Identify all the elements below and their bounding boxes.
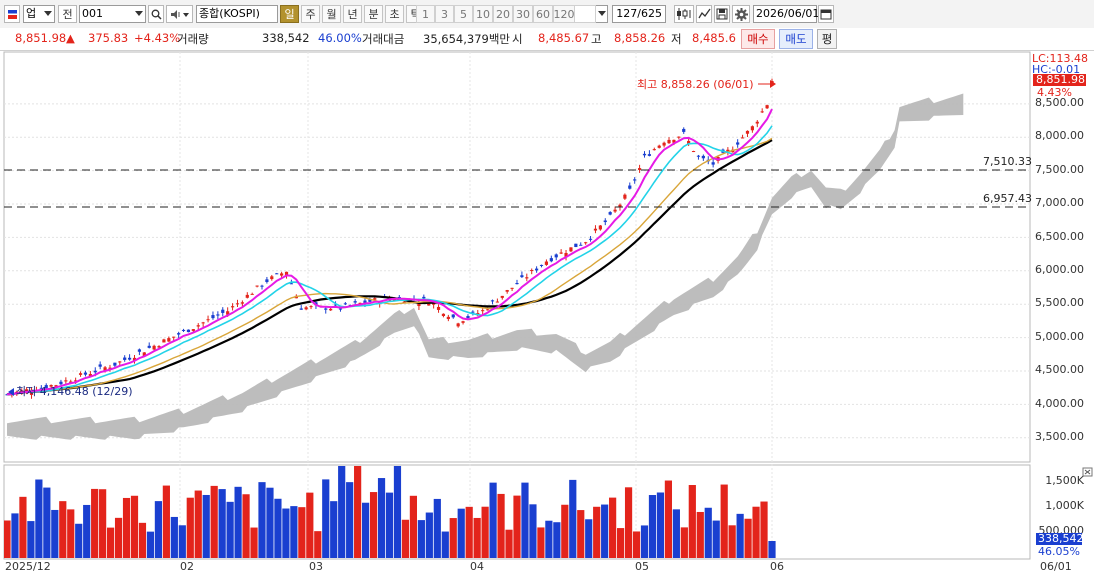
price-tick: 8,000.00 bbox=[1035, 129, 1084, 143]
price-tick: 3,500.00 bbox=[1035, 430, 1084, 443]
interval-button-10[interactable]: 10 bbox=[473, 5, 493, 23]
high-label: 고 bbox=[591, 32, 602, 46]
current-volume-tag: 338,542 bbox=[1036, 532, 1084, 545]
price-chart[interactable]: 7,510.33 6,957.43 최고 8,858.26 (06/01) 최저… bbox=[0, 50, 1094, 579]
x-label-02: 02 bbox=[180, 560, 194, 573]
interval-button-20[interactable]: 20 bbox=[493, 5, 513, 23]
chart-toolbar: 업 전 001 종합(KOSPI) 127/625 2026/06/01 일주월… bbox=[0, 0, 1094, 29]
trend-line-icon[interactable] bbox=[696, 5, 712, 23]
chart-type-icon[interactable] bbox=[4, 5, 20, 23]
sell-button[interactable]: 매도 bbox=[779, 29, 813, 49]
x-label-cursor-date: 06/01 bbox=[1040, 560, 1072, 573]
price-tick: 8,500.00 bbox=[1035, 96, 1084, 109]
price-tick: 4,500.00 bbox=[1035, 363, 1084, 377]
interval-button-30[interactable]: 30 bbox=[513, 5, 533, 23]
price-tick: 5,500.00 bbox=[1035, 296, 1084, 310]
interval-button-120[interactable]: 120 bbox=[553, 5, 575, 23]
low-annotation: 최저 4,146.48 (12/29) bbox=[16, 385, 133, 398]
x-label-03: 03 bbox=[309, 560, 323, 573]
vol-tick-1500k: 1,500K bbox=[1045, 474, 1084, 487]
buy-button[interactable]: 매수 bbox=[741, 29, 775, 49]
current-volume-ratio: 46.05% bbox=[1038, 545, 1080, 558]
price-tick: 7,500.00 bbox=[1035, 162, 1084, 176]
price-tick: 7,000.00 bbox=[1035, 196, 1084, 210]
market-select[interactable]: 업 bbox=[23, 5, 55, 23]
vol-tick-1000k: 1,000K bbox=[1045, 499, 1084, 512]
save-icon[interactable] bbox=[714, 5, 730, 23]
high-value: 8,858.26 bbox=[614, 31, 666, 45]
interval-button-5[interactable]: 5 bbox=[454, 5, 473, 23]
date-input[interactable]: 2026/06/01 bbox=[753, 5, 819, 23]
period-tab-3[interactable]: 년 bbox=[343, 5, 362, 23]
up-arrow-icon: ▲ bbox=[66, 31, 75, 45]
interval-button-3[interactable]: 3 bbox=[435, 5, 454, 23]
open-label: 시 bbox=[512, 32, 523, 46]
avg-button[interactable]: 평 bbox=[817, 29, 837, 49]
x-label-05: 05 bbox=[635, 560, 649, 573]
period-tab-1[interactable]: 주 bbox=[301, 5, 320, 23]
line-label-6957: 6,957.43 bbox=[983, 192, 1032, 205]
line-label-7510: 7,510.33 bbox=[983, 155, 1032, 168]
x-label-06: 06 bbox=[770, 560, 784, 573]
volume-label: 거래량 bbox=[177, 32, 209, 46]
volume-ratio: 46.00% bbox=[318, 31, 362, 45]
low-label: 저 bbox=[671, 32, 682, 46]
period-tab-0[interactable]: 일 bbox=[280, 5, 299, 23]
period-tab-4[interactable]: 분 bbox=[364, 5, 383, 23]
volume-value: 338,542 bbox=[262, 31, 310, 45]
code-input[interactable]: 001 bbox=[79, 5, 146, 23]
turnover-label: 거래대금 bbox=[362, 32, 405, 46]
interval-button-1[interactable]: 1 bbox=[416, 5, 435, 23]
price-plot-frame bbox=[3, 51, 1031, 463]
count-field[interactable]: 127/625 bbox=[612, 5, 666, 23]
turnover-value: 35,654,379백만 bbox=[423, 32, 511, 46]
x-label-dec: 2025/12 bbox=[5, 560, 51, 573]
period-tab-2[interactable]: 월 bbox=[322, 5, 341, 23]
candle-settings-icon[interactable] bbox=[674, 5, 694, 23]
quote-bar: 8,851.98 ▲ 375.83 +4.43% 거래량 338,542 46.… bbox=[0, 28, 1094, 51]
price-change: 375.83 bbox=[88, 31, 129, 45]
current-price-tag: 8,851.98 bbox=[1033, 74, 1086, 86]
change-rate: +4.43% bbox=[134, 31, 181, 45]
price-tick: 4,000.00 bbox=[1035, 396, 1084, 410]
high-annotation: 최고 8,858.26 (06/01) bbox=[637, 78, 754, 91]
interval-button-60[interactable]: 60 bbox=[533, 5, 553, 23]
price-tick: 6,500.00 bbox=[1035, 229, 1084, 243]
interval-dropdown[interactable] bbox=[596, 5, 608, 23]
current-price: 8,851.98 bbox=[15, 31, 67, 45]
sound-icon[interactable] bbox=[166, 5, 193, 23]
period-tab-5[interactable]: 초 bbox=[385, 5, 404, 23]
name-field: 종합(KOSPI) bbox=[196, 5, 278, 23]
calendar-icon[interactable] bbox=[818, 5, 834, 23]
type-button[interactable]: 전 bbox=[58, 5, 77, 23]
low-value: 8,485.6 bbox=[692, 31, 736, 45]
x-label-04: 04 bbox=[470, 560, 484, 573]
price-tick: 5,000.00 bbox=[1035, 329, 1084, 343]
search-icon[interactable] bbox=[148, 5, 164, 23]
blank-interval-input[interactable] bbox=[572, 5, 596, 23]
gear-icon[interactable] bbox=[732, 5, 750, 23]
price-tick: 6,000.00 bbox=[1035, 263, 1084, 276]
open-value: 8,485.67 bbox=[538, 31, 590, 45]
